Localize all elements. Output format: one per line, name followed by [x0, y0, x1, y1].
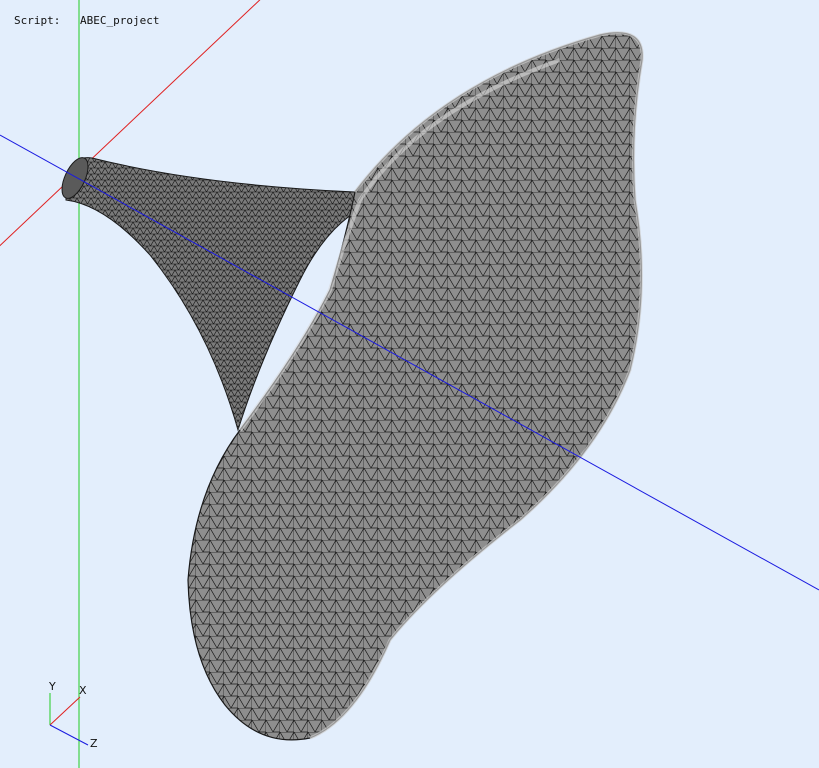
mesh-scene[interactable]: [0, 0, 819, 768]
script-name: ABEC_project: [80, 14, 160, 27]
coordinate-triad-icon: [49, 693, 89, 746]
triad-z-label: Z: [90, 737, 98, 750]
script-label: Script:: [14, 14, 61, 27]
triad-y-label: Y: [49, 680, 56, 693]
3d-viewport[interactable]: Script: ABEC_project Y X Z: [0, 0, 819, 768]
triad-x-label: X: [79, 684, 87, 697]
